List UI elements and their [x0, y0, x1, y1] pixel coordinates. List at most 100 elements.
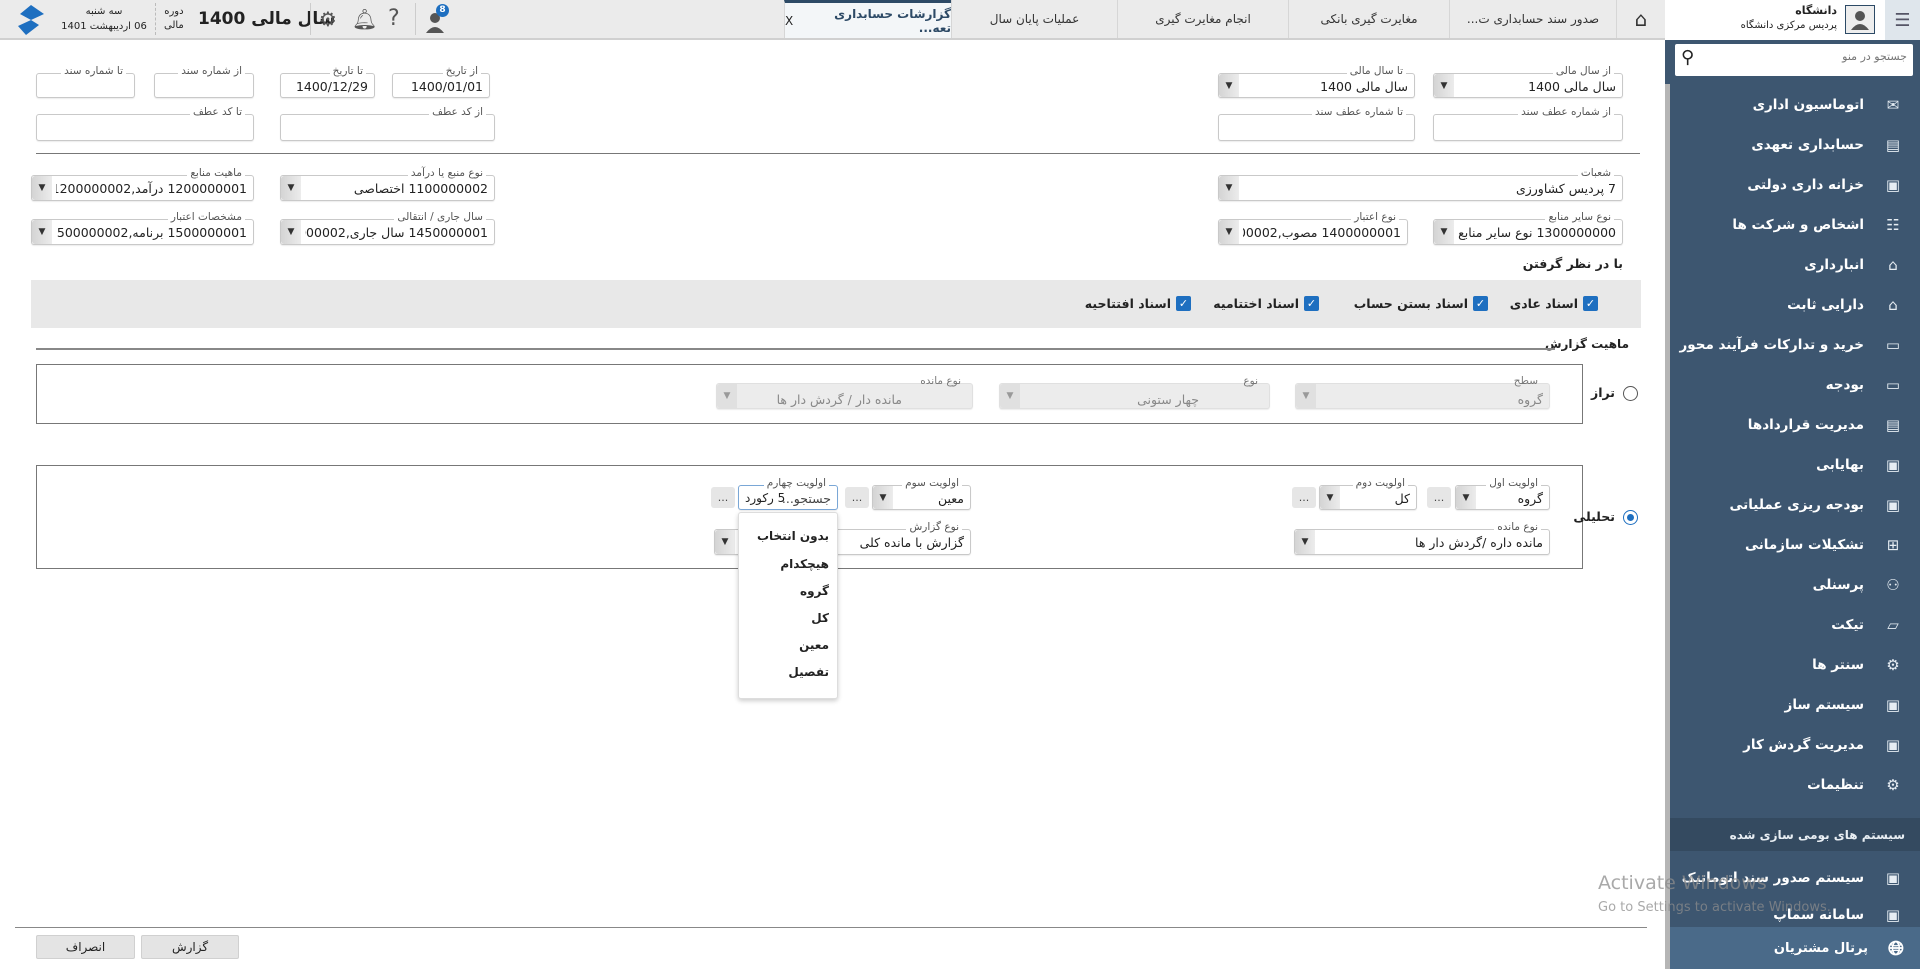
customer-portal-link[interactable]: 🌐︎ پرتال مشتریان: [1670, 927, 1920, 969]
period-label: دوره مالی: [164, 6, 184, 31]
priority-3-more-button[interactable]: ...: [845, 487, 869, 508]
sidebar-item[interactable]: ▣ خزانه داری دولتی: [1670, 167, 1920, 203]
sidebar-item[interactable]: ▣ سیستم ساز: [1670, 687, 1920, 723]
cancel-button[interactable]: انصراف: [36, 935, 135, 959]
dropdown-option[interactable]: تفصیل: [788, 665, 829, 679]
chevron-down-icon: ▼: [1219, 220, 1239, 244]
sidebar-item-label: سنتر ها: [1812, 657, 1864, 673]
dropdown-option[interactable]: هیچکدام: [780, 557, 829, 571]
radio-balance[interactable]: [1623, 386, 1638, 401]
source-nature-select[interactable]: ماهیت منابع1200000001 درآمد,1200000002 و…: [31, 167, 254, 201]
checkbox-opening-docs[interactable]: ✓ اسناد افتتاحیه: [1085, 296, 1191, 311]
menu-search-input[interactable]: [1717, 50, 1907, 63]
sidebar-item[interactable]: ▣ بهایابی: [1670, 447, 1920, 483]
to-doc-number-input[interactable]: تا شماره سند: [36, 65, 135, 98]
campus-name: پردیس مرکزی دانشگاه: [1740, 20, 1837, 31]
tab-year-end[interactable]: عملیات پایان سال: [951, 0, 1117, 38]
sidebar-item[interactable]: ▤ مدیریت قراردادها: [1670, 407, 1920, 443]
to-ref-doc-input[interactable]: تا شماره عطف سند: [1218, 106, 1415, 141]
tab-bank-reconciliation[interactable]: مغایرت گیری بانکی: [1288, 0, 1449, 38]
from-doc-number-input[interactable]: از شماره سند: [154, 65, 254, 98]
sidebar-item[interactable]: ⚙ تنظیمات: [1670, 767, 1920, 803]
sidebar-item[interactable]: ⌂ دارایی ثابت: [1670, 287, 1920, 323]
sidebar-item[interactable]: ▱ تیکت: [1670, 607, 1920, 643]
sidebar-item[interactable]: ▭ خرید و تدارکات فرآیند محور: [1670, 327, 1920, 363]
chevron-down-icon: ▼: [873, 486, 893, 509]
dropdown-option[interactable]: کل: [811, 611, 829, 625]
safe-icon: ▣: [1885, 176, 1901, 194]
dropdown-option[interactable]: بدون انتخاب: [757, 529, 829, 543]
sidebar-item[interactable]: ☷ اشخاص و شرکت ها: [1670, 207, 1920, 243]
priority-2-select[interactable]: اولویت دوم کل ▼: [1319, 477, 1417, 510]
checkbox-final-docs[interactable]: ✓ اسناد اختتامیه: [1213, 296, 1319, 311]
branches-select[interactable]: شعبات 7 پردیس کشاورزی ▼: [1218, 167, 1623, 201]
dropdown-option[interactable]: گروه: [800, 584, 829, 598]
checkbox-normal-docs[interactable]: ✓ اسناد عادی: [1510, 296, 1598, 311]
priority-3-select[interactable]: اولویت سوم معین ▼: [872, 477, 971, 510]
contract-icon: ▤: [1885, 416, 1901, 434]
chevron-down-icon: ▼: [281, 220, 301, 244]
to-ref-code-input[interactable]: تا کد عطف: [36, 106, 254, 141]
monitor-code-icon: ▣: [1885, 456, 1901, 474]
sidebar-item[interactable]: ▤ حسابداری تعهدی: [1670, 127, 1920, 163]
sidebar-item[interactable]: ⊞ تشکیلات سازمانی: [1670, 527, 1920, 563]
to-date-input[interactable]: تا تاریخ 1400/12/29: [280, 65, 375, 98]
chevron-down-icon: ▼: [1320, 486, 1340, 509]
sidebar-item[interactable]: ⚙ سنتر ها: [1670, 647, 1920, 683]
priority-1-select[interactable]: اولویت اول گروه ▼: [1455, 477, 1550, 510]
sidebar-item[interactable]: ✉ اتوماسیون اداری: [1670, 87, 1920, 123]
report-button[interactable]: گزارش: [141, 935, 239, 959]
help-icon[interactable]: ?: [388, 8, 400, 30]
credit-type-select[interactable]: نوع اعتبار1400000001 مصوب,00000002...▼: [1218, 211, 1408, 245]
notification-bell-icon[interactable]: 🔔︎: [352, 8, 377, 30]
priority-4-dropdown: بدون انتخاب هیچکدام گروه کل معین تفصیل: [738, 512, 838, 699]
dropdown-option[interactable]: معین: [799, 638, 829, 652]
sidebar-item[interactable]: ⌂ انبارداری: [1670, 247, 1920, 283]
divider: [36, 348, 1555, 350]
check-icon: ✓: [1176, 296, 1191, 311]
from-fiscal-year-select[interactable]: از سال مالی سال مالی 1400 ▼: [1433, 65, 1623, 98]
from-ref-code-input[interactable]: از کد عطف: [280, 106, 495, 141]
sidebar-item-label: انبارداری: [1804, 257, 1864, 273]
settings-gear-icon[interactable]: ⚙: [319, 8, 337, 30]
priority-4-more-button[interactable]: ...: [711, 487, 735, 508]
check-icon: ✓: [1473, 296, 1488, 311]
sidebar-item[interactable]: ▣ مدیریت گردش کار: [1670, 727, 1920, 763]
sidebar-item[interactable]: ▭ بودجه: [1670, 367, 1920, 403]
checkbox-closing-docs[interactable]: ✓ اسناد بستن حساب: [1354, 296, 1488, 311]
priority-2-more-button[interactable]: ...: [1292, 487, 1316, 508]
sidebar-item[interactable]: ▣ بودجه ریزی عملیاتی: [1670, 487, 1920, 523]
other-source-type-select[interactable]: نوع سایر منابع 1300000000 نوع سایر منابع …: [1433, 211, 1623, 245]
sidebar-item-label: مدیریت گردش کار: [1743, 737, 1864, 753]
weekday: سه شنبه: [85, 6, 123, 17]
from-ref-doc-input[interactable]: از شماره عطف سند: [1433, 106, 1623, 141]
sidebar-item-label: سیستم ساز: [1784, 697, 1864, 713]
search-icon[interactable]: ⚲: [1681, 47, 1694, 68]
source-type-select[interactable]: نوع منبع یا درآمد 1100000002 اختصاصی ▼: [280, 167, 495, 201]
analytic-remain-type-select[interactable]: نوع مانده مانده داره /گردش دار ها ▼: [1294, 521, 1550, 555]
avatar[interactable]: [1845, 5, 1875, 34]
sidebar-item-label: دارایی ثابت: [1787, 297, 1864, 313]
radio-analytic[interactable]: [1623, 510, 1638, 525]
tab-close-icon[interactable]: X: [785, 14, 793, 28]
sidebar-item-label: پرسنلی: [1812, 577, 1864, 593]
tab-accrual-reports[interactable]: گزارشات حسابداری تعه... X: [784, 0, 951, 38]
credit-spec-select[interactable]: مشخصات اعتبار 1500000001 برنامه,150000000…: [31, 211, 254, 245]
hamburger-menu-icon[interactable]: ☰: [1885, 0, 1920, 40]
tab-reconciliation[interactable]: انجام مغایرت گیری: [1117, 0, 1288, 38]
sidebar-item[interactable]: ⚇ پرسنلی: [1670, 567, 1920, 603]
to-fiscal-year-select[interactable]: تا سال مالی سال مالی 1400 ▼: [1218, 65, 1415, 98]
priority-4-search-input[interactable]: اولویت چهارم جستجو... 5 رکورد: [738, 477, 838, 510]
fiscal-year-selector[interactable]: سال مالی 1400: [198, 9, 336, 29]
user-profile-button[interactable]: 8: [424, 4, 450, 34]
home-icon[interactable]: ⌂: [1616, 0, 1665, 38]
tab-issue-document[interactable]: صدور سند حسابداری ت...: [1449, 0, 1616, 38]
current-year-select[interactable]: سال جاری / انتقالی1450000001 سال جاری,45…: [280, 211, 495, 245]
monitor-code-icon: ▣: [1885, 496, 1901, 514]
warehouse-icon: ⌂: [1888, 256, 1898, 274]
from-date-input[interactable]: از تاریخ 1400/01/01: [392, 65, 490, 98]
record-count: 5 رکورد: [745, 491, 786, 505]
menu-search[interactable]: ⚲: [1675, 44, 1913, 76]
archive-icon: ▭: [1885, 336, 1901, 354]
priority-1-more-button[interactable]: ...: [1427, 487, 1451, 508]
